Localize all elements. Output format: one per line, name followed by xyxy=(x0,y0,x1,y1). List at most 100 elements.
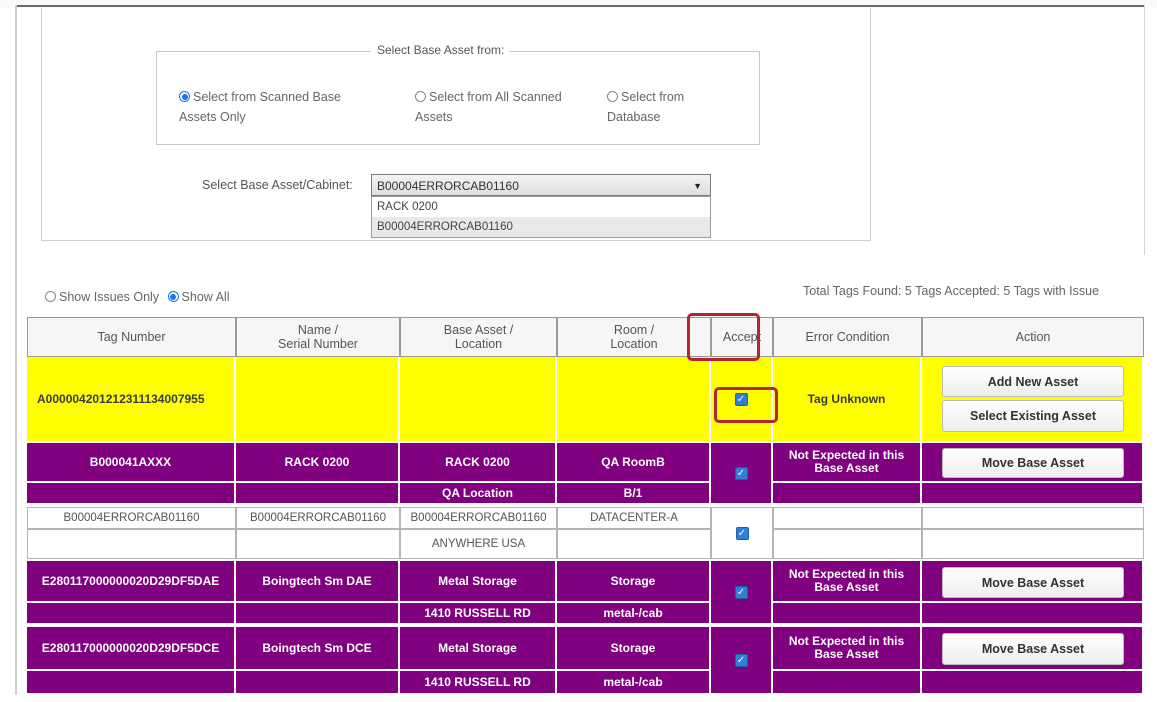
right-border xyxy=(1144,5,1145,255)
accept-checkbox[interactable]: ✓ xyxy=(734,466,748,480)
header-text: Room / xyxy=(613,323,655,337)
tag-number-cell: B000041AXXX xyxy=(27,443,236,483)
select-existing-asset-button[interactable]: Select Existing Asset xyxy=(942,400,1124,432)
show-issues-only-label[interactable]: Show Issues Only xyxy=(59,290,159,304)
tag-number-subcell xyxy=(27,529,236,559)
header-text: Serial Number xyxy=(278,337,358,351)
error-cell: Not Expected in this Base Asset xyxy=(773,627,922,671)
name-subcell xyxy=(236,603,400,625)
radio-show-all-icon[interactable] xyxy=(167,291,179,302)
accept-checkbox[interactable]: ✓ xyxy=(734,585,748,599)
action-subcell xyxy=(922,603,1144,625)
header-text: Location xyxy=(610,337,658,351)
base-asset-cell: RACK 0200 xyxy=(400,443,557,483)
room-location-cell: metal-/cab xyxy=(557,603,711,625)
base-location-cell: ANYWHERE USA xyxy=(400,529,557,559)
header-text: Location xyxy=(454,337,503,351)
name-subcell xyxy=(236,529,400,559)
dropdown-option-selected[interactable]: B00004ERRORCAB01160 xyxy=(372,217,710,237)
accept-checkbox[interactable]: ✓ xyxy=(734,653,748,667)
left-border xyxy=(15,5,17,695)
move-base-asset-button[interactable]: Move Base Asset xyxy=(942,567,1124,598)
tag-table: Tag Number Name / Serial Number Base Asse… xyxy=(27,313,1144,695)
radio-database[interactable]: Select from Database xyxy=(607,87,684,127)
tag-number-subcell xyxy=(27,603,236,625)
radio-scanned-base-only[interactable]: Select from Scanned Base Assets Only xyxy=(179,87,341,127)
radio-label: Select from All Scanned xyxy=(429,90,562,104)
dropdown-option[interactable]: RACK 0200 xyxy=(372,197,710,217)
radio-label: Select from Scanned Base xyxy=(193,90,341,104)
room-cell xyxy=(557,357,711,443)
accept-cell: ✓ xyxy=(711,561,773,625)
base-location-cell: 1410 RUSSELL RD xyxy=(400,671,557,695)
header-error-condition: Error Condition xyxy=(773,317,922,357)
radio-label-line2: Assets Only xyxy=(179,110,246,124)
name-cell xyxy=(236,357,400,443)
radio-label: Select from xyxy=(621,90,685,104)
base-asset-cell: B00004ERRORCAB01160 xyxy=(400,507,557,529)
base-asset-selection-panel: Select Base Asset from: Select from Scan… xyxy=(41,8,871,241)
header-base-asset: Base Asset / Location xyxy=(400,317,557,357)
header-action: Action xyxy=(922,317,1144,357)
radio-issues-only-icon[interactable] xyxy=(45,291,56,302)
error-text: Base Asset xyxy=(814,647,879,661)
radio-label-line2: Database xyxy=(607,110,661,124)
error-subcell xyxy=(773,483,922,505)
error-text: Base Asset xyxy=(814,461,879,475)
add-new-asset-button[interactable]: Add New Asset xyxy=(942,366,1124,397)
radio-all-scanned[interactable]: Select from All Scanned Assets xyxy=(415,87,562,127)
room-location-subcell xyxy=(557,529,711,559)
room-cell: Storage xyxy=(557,627,711,671)
base-asset-cell: Metal Storage xyxy=(400,627,557,671)
accept-checkbox[interactable]: ✓ xyxy=(735,526,749,540)
radio-unselected-icon[interactable] xyxy=(415,91,426,102)
name-cell: B00004ERRORCAB01160 xyxy=(236,507,400,529)
cabinet-label: Select Base Asset/Cabinet: xyxy=(202,178,353,192)
room-cell: DATACENTER-A xyxy=(557,507,711,529)
accept-header-highlight xyxy=(687,313,760,361)
dropdown-arrow-icon[interactable]: ▼ xyxy=(693,175,702,197)
error-cell xyxy=(773,507,922,529)
base-asset-cell: Metal Storage xyxy=(400,561,557,603)
accept-cell: ✓ xyxy=(711,627,773,695)
radio-label-line2: Assets xyxy=(415,110,453,124)
move-base-asset-button[interactable]: Move Base Asset xyxy=(942,448,1124,478)
error-subcell xyxy=(773,603,922,625)
room-location-cell: B/1 xyxy=(557,483,711,505)
base-asset-cell xyxy=(400,357,557,443)
header-tag-number: Tag Number xyxy=(27,317,236,357)
error-subcell xyxy=(773,529,922,559)
radio-selected-icon[interactable] xyxy=(179,91,190,102)
accept-cell: ✓ xyxy=(711,507,773,559)
source-legend: Select Base Asset from: xyxy=(371,43,511,57)
name-cell: Boingtech Sm DCE xyxy=(236,627,400,671)
tag-number-cell: E280117000000020D29DF5DAE xyxy=(27,561,236,603)
action-subcell xyxy=(922,529,1144,559)
tag-number-cell: A000004201212311134007955 xyxy=(27,357,236,443)
move-base-asset-button[interactable]: Move Base Asset xyxy=(942,633,1124,665)
cabinet-select[interactable]: B00004ERRORCAB01160 ▼ xyxy=(371,174,711,196)
header-text: Name / xyxy=(297,323,339,337)
accept-checkbox-highlight xyxy=(714,387,778,423)
error-text: Base Asset xyxy=(814,580,879,594)
cabinet-dropdown-list: RACK 0200 B00004ERRORCAB01160 xyxy=(371,196,711,238)
action-cell xyxy=(922,507,1144,529)
error-subcell xyxy=(773,671,922,695)
room-location-cell: metal-/cab xyxy=(557,671,711,695)
name-cell: RACK 0200 xyxy=(236,443,400,483)
tag-number-subcell xyxy=(27,671,236,695)
name-cell: Boingtech Sm DAE xyxy=(236,561,400,603)
error-cell: Tag Unknown xyxy=(773,357,922,443)
accept-cell: ✓ xyxy=(711,443,773,505)
source-fieldset: Select Base Asset from: Select from Scan… xyxy=(156,43,760,145)
error-cell: Not Expected in this Base Asset xyxy=(773,561,922,603)
show-all-label[interactable]: Show All xyxy=(182,290,230,304)
header-name-serial: Name / Serial Number xyxy=(236,317,400,357)
radio-unselected-icon[interactable] xyxy=(607,91,618,102)
name-subcell xyxy=(236,483,400,505)
tag-number-cell: B00004ERRORCAB01160 xyxy=(27,507,236,529)
room-cell: QA RoomB xyxy=(557,443,711,483)
name-subcell xyxy=(236,671,400,695)
error-cell: Not Expected in this Base Asset xyxy=(773,443,922,483)
filter-row: Show Issues Only Show All xyxy=(45,290,229,304)
